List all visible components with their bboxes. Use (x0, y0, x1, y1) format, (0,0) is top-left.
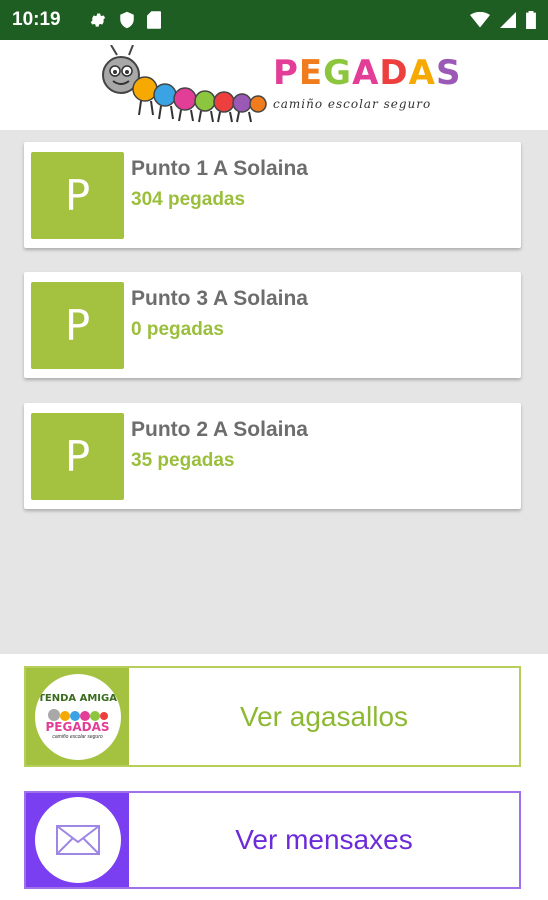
point-name: Punto 1 A Solaina (131, 157, 308, 180)
mini-caterpillar-icon (47, 708, 108, 721)
point-card[interactable]: P Punto 1 A Solaina 304 pegadas (24, 142, 521, 248)
status-time: 10:19 (12, 9, 61, 30)
pegadas-logo: PEGADAS camiño escolar seguro (99, 45, 460, 125)
messages-thumb (26, 793, 129, 887)
app-header: PEGADAS camiño escolar seguro (0, 40, 548, 130)
point-name: Punto 3 A Solaina (131, 287, 308, 310)
parking-badge: P (31, 413, 124, 500)
sd-card-icon (146, 11, 161, 29)
view-gifts-button[interactable]: TENDA AMIGA PEGADAS camiño escolar segur… (24, 666, 521, 767)
logo-subtitle: camiño escolar seguro (273, 97, 432, 111)
gear-icon (89, 11, 107, 29)
point-count: 304 pegadas (131, 189, 246, 210)
signal-icon (500, 12, 516, 28)
parking-badge: P (31, 152, 124, 239)
point-card[interactable]: P Punto 2 A Solaina 35 pegadas (24, 403, 521, 509)
gift-shop-badge: TENDA AMIGA PEGADAS camiño escolar segur… (26, 668, 129, 765)
status-bar: 10:19 (0, 0, 548, 40)
battery-icon (526, 11, 536, 29)
view-messages-button[interactable]: Ver mensaxes (24, 791, 521, 889)
point-card[interactable]: P Punto 3 A Solaina 0 pegadas (24, 272, 521, 378)
point-count: 0 pegadas (131, 319, 224, 340)
points-list: P Punto 1 A Solaina 304 pegadas P Punto … (0, 130, 548, 654)
view-gifts-label: Ver agasallos (239, 700, 409, 732)
status-left: 10:19 (12, 9, 161, 31)
mail-circle (34, 797, 121, 883)
parking-badge: P (31, 282, 124, 369)
logo-wordmark: PEGADAS (273, 53, 462, 93)
status-right (470, 11, 536, 29)
wifi-icon (470, 12, 490, 28)
point-name: Punto 2 A Solaina (131, 418, 308, 441)
point-count: 35 pegadas (131, 450, 235, 471)
caterpillar-mascot (102, 45, 267, 123)
envelope-icon (55, 825, 100, 855)
view-messages-label: Ver mensaxes (235, 824, 413, 855)
tenda-amiga-logo: TENDA AMIGA PEGADAS camiño escolar segur… (34, 673, 121, 760)
shield-icon (119, 11, 135, 29)
